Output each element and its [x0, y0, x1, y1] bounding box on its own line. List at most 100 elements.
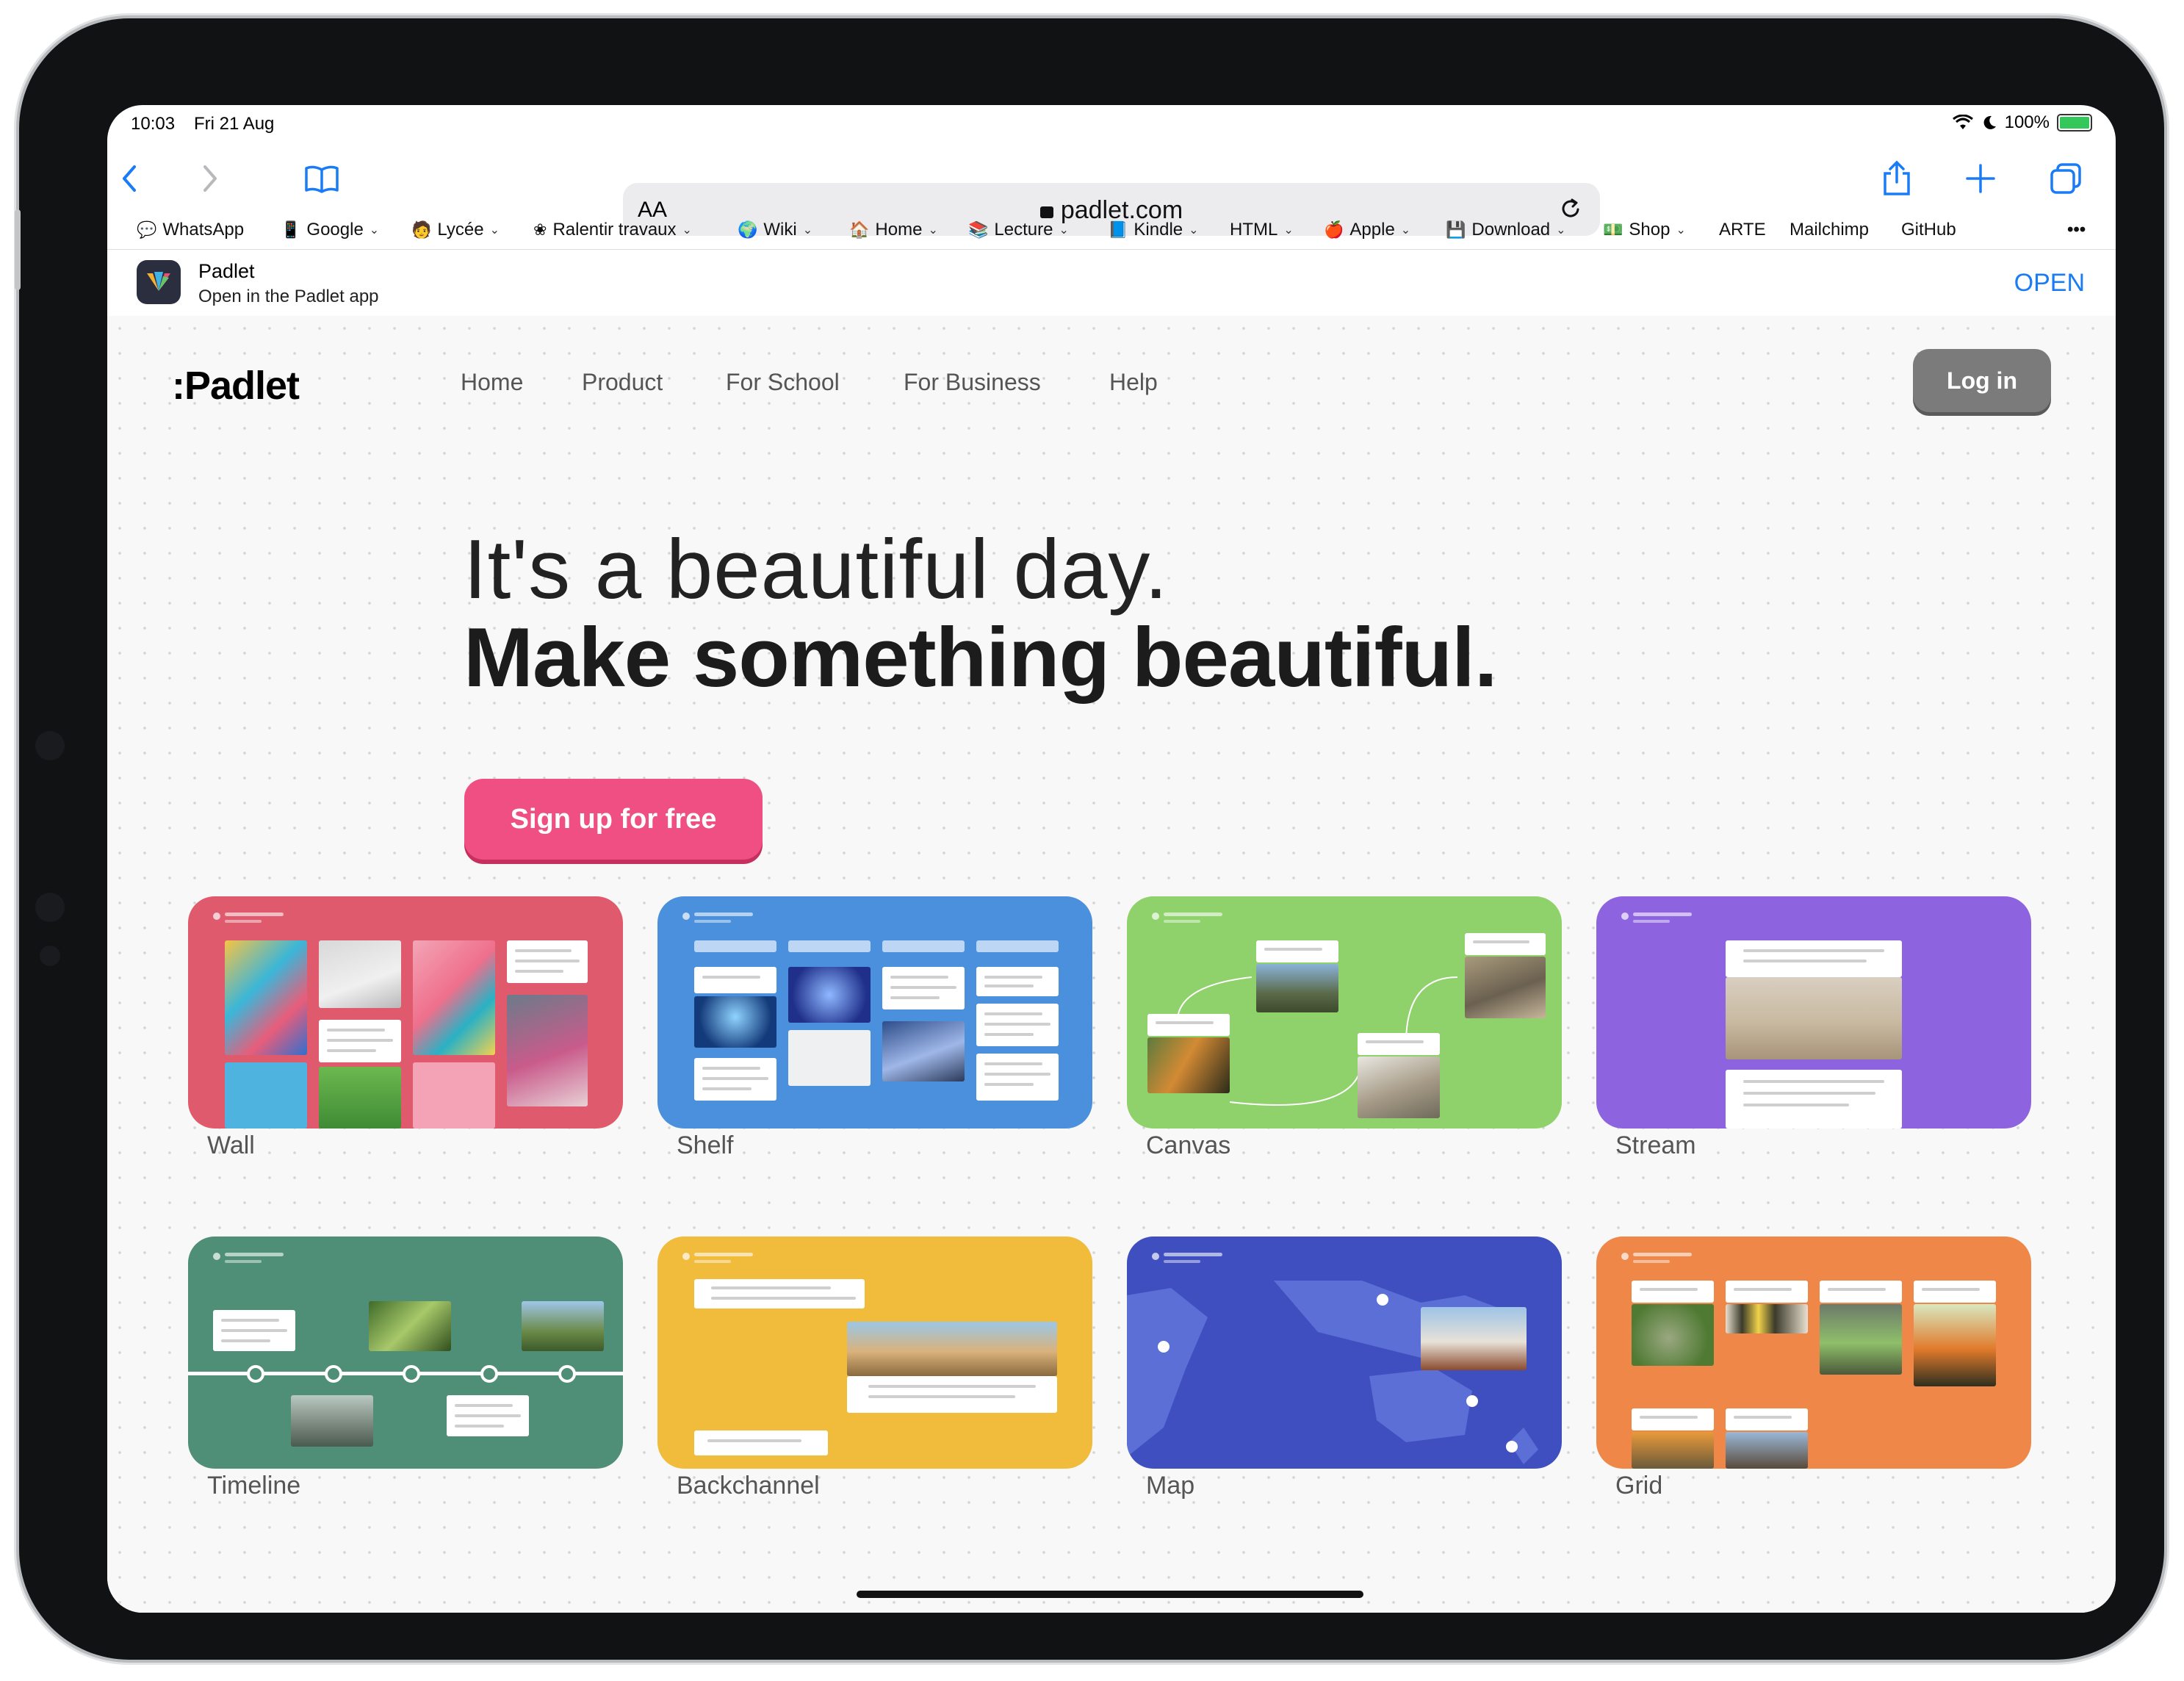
share-icon: [1884, 160, 1910, 195]
camera-icon: [35, 731, 65, 760]
format-card-wall[interactable]: [188, 896, 623, 1129]
ipad-frame: 10:03 Fri 21 Aug 100% AA padlet.com 💬 Wh…: [15, 18, 2164, 1660]
chevron-down-icon: ⌄: [1676, 224, 1686, 237]
house-icon: 🏠: [849, 220, 870, 239]
bookmark-github[interactable]: GitHub: [1901, 220, 1956, 240]
chevron-down-icon: ⌄: [802, 224, 813, 237]
globe-icon: 🌍: [738, 220, 758, 239]
phone-icon: 📱: [281, 220, 301, 239]
battery-percent: 100%: [2004, 112, 2050, 132]
bookmark-download[interactable]: 💾 Download ⌄: [1446, 220, 1566, 240]
format-card-timeline[interactable]: [188, 1237, 623, 1469]
login-button[interactable]: Log in: [1913, 349, 2051, 412]
format-label-wall[interactable]: Wall: [207, 1131, 255, 1160]
books-icon: 📚: [968, 220, 989, 239]
new-tab-button[interactable]: [1958, 156, 2003, 201]
more-icon: •••: [2067, 220, 2086, 240]
chevron-left-icon: [123, 165, 136, 192]
apple-icon: 🍎: [1324, 220, 1344, 239]
nav-home[interactable]: Home: [461, 369, 523, 396]
forward-button[interactable]: [188, 156, 232, 201]
format-label-stream[interactable]: Stream: [1615, 1131, 1696, 1160]
bookmark-label: HTML: [1230, 220, 1278, 240]
bookmark-apple[interactable]: 🍎 Apple ⌄: [1324, 220, 1410, 240]
hero-subheadline: Make something beautiful.: [464, 611, 1498, 705]
tabs-overview-button[interactable]: [2044, 156, 2088, 201]
format-label-grid[interactable]: Grid: [1615, 1472, 1662, 1500]
bookmark-html[interactable]: HTML ⌄: [1230, 220, 1294, 240]
format-label-shelf[interactable]: Shelf: [677, 1131, 734, 1160]
format-card-canvas[interactable]: [1127, 896, 1562, 1129]
battery-icon: [2057, 114, 2092, 132]
screen: 10:03 Fri 21 Aug 100% AA padlet.com 💬 Wh…: [107, 105, 2116, 1613]
format-card-grid[interactable]: [1596, 1237, 2031, 1469]
back-button[interactable]: [107, 156, 151, 201]
bookmark-kindle[interactable]: 📘 Kindle ⌄: [1108, 220, 1199, 240]
bookmark-arte[interactable]: ARTE: [1719, 220, 1766, 240]
bookmark-label: Apple: [1349, 220, 1395, 240]
chevron-down-icon: ⌄: [1400, 224, 1411, 237]
banner-title: Padlet: [198, 260, 255, 282]
banner-open-button[interactable]: OPEN: [2014, 269, 2085, 298]
chevron-down-icon: ⌄: [1556, 224, 1566, 237]
bookmarks-button[interactable]: [300, 156, 344, 201]
bookmark-shop[interactable]: 💵 Shop ⌄: [1603, 220, 1686, 240]
browser-toolbar: AA padlet.com: [107, 142, 2116, 236]
format-card-backchannel[interactable]: [657, 1237, 1092, 1469]
padlet-logo[interactable]: :Padlet: [172, 363, 300, 408]
format-label-timeline[interactable]: Timeline: [207, 1472, 300, 1500]
moon-icon: [1983, 115, 1996, 129]
chevron-down-icon: ⌄: [489, 224, 500, 237]
bookmark-home[interactable]: 🏠 Home ⌄: [849, 220, 938, 240]
bookmark-lycee[interactable]: 🧑 Lycée ⌄: [411, 220, 500, 240]
bookmark-label: Wiki: [763, 220, 797, 240]
bookmark-label: Lecture: [994, 220, 1053, 240]
bookmark-label: Home: [875, 220, 923, 240]
nav-for-business[interactable]: For Business: [904, 369, 1041, 396]
bookmark-wiki[interactable]: 🌍 Wiki ⌄: [738, 220, 812, 240]
nav-for-school[interactable]: For School: [726, 369, 840, 396]
chevron-down-icon: ⌄: [682, 224, 692, 237]
tabs-icon: [2050, 163, 2081, 194]
format-label-canvas[interactable]: Canvas: [1146, 1131, 1230, 1160]
person-icon: 🧑: [411, 220, 432, 239]
flower-icon: ❀: [533, 220, 547, 239]
volume-button: [15, 209, 21, 290]
bookmark-mailchimp[interactable]: Mailchimp: [1790, 220, 1869, 240]
status-date: Fri 21 Aug: [194, 114, 275, 134]
bookmark-lecture[interactable]: 📚 Lecture ⌄: [968, 220, 1069, 240]
share-button[interactable]: [1875, 156, 1919, 201]
padlet-page: :Padlet Home Product For School For Busi…: [107, 316, 2116, 1613]
bookmark-label: Ralentir travaux: [552, 220, 677, 240]
sensor-icon: [40, 946, 60, 966]
bookmark-whatsapp[interactable]: 💬 WhatsApp: [137, 220, 244, 240]
chevron-right-icon: [203, 165, 217, 192]
bookmark-google[interactable]: 📱 Google ⌄: [281, 220, 379, 240]
bookmark-label: GitHub: [1901, 220, 1956, 240]
bookmark-label: Google: [306, 220, 364, 240]
app-banner: Padlet Open in the Padlet app OPEN: [107, 249, 2116, 317]
home-indicator[interactable]: [857, 1591, 1363, 1598]
bookmark-ralentir-travaux[interactable]: ❀ Ralentir travaux ⌄: [533, 220, 692, 240]
more-bookmarks-button[interactable]: •••: [2067, 220, 2086, 240]
format-label-backchannel[interactable]: Backchannel: [677, 1472, 820, 1500]
chevron-down-icon: ⌄: [369, 224, 380, 237]
format-card-map[interactable]: [1127, 1237, 1562, 1469]
sensor-icon: [35, 893, 65, 922]
padlet-logo-icon: [147, 272, 170, 291]
format-label-map[interactable]: Map: [1146, 1472, 1194, 1500]
chevron-down-icon: ⌄: [1283, 224, 1294, 237]
plus-icon: [1966, 164, 1995, 193]
format-card-shelf[interactable]: [657, 896, 1092, 1129]
banner-subtitle: Open in the Padlet app: [198, 287, 379, 306]
bookmark-label: ARTE: [1719, 220, 1766, 240]
format-card-stream[interactable]: [1596, 896, 2031, 1129]
nav-help[interactable]: Help: [1109, 369, 1158, 396]
status-indicators: 100%: [1952, 112, 2092, 133]
nav-product[interactable]: Product: [582, 369, 663, 396]
book-icon: 📘: [1108, 220, 1128, 239]
signup-button[interactable]: Sign up for free: [464, 779, 763, 860]
floppy-icon: 💾: [1446, 220, 1466, 239]
bookmarks-bar: 💬 WhatsApp 📱 Google ⌄ 🧑 Lycée ⌄ ❀ Ralentir tra…: [107, 212, 2116, 249]
bookmark-label: Shop: [1629, 220, 1671, 240]
